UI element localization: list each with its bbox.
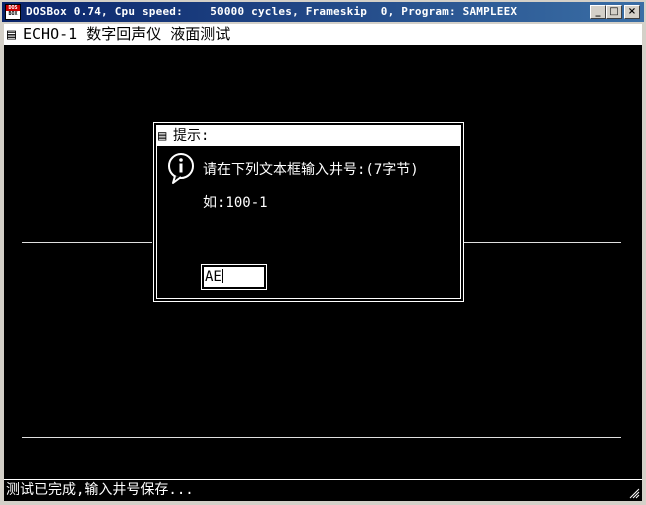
close-button[interactable]: × — [624, 5, 640, 19]
maximize-button[interactable]: □ — [606, 5, 622, 19]
dialog-title-icon: ▤ — [158, 128, 167, 144]
upper-level-line-right — [464, 242, 621, 243]
window-title: DOSBox 0.74, Cpu speed: 50000 cycles, Fr… — [26, 5, 518, 18]
app-icon-label-bottom: BOX — [8, 11, 18, 17]
maximize-icon: □ — [609, 6, 619, 17]
close-icon: × — [627, 6, 637, 17]
text-cursor — [221, 269, 223, 283]
app-menu-icon: ▤ — [7, 25, 17, 43]
resize-grip-icon[interactable] — [628, 487, 640, 499]
upper-level-line-left — [22, 242, 152, 243]
info-icon — [167, 152, 197, 190]
dos-screen[interactable]: ▤ ECHO-1 数字回声仪 液面测试 ▤ 提示: 请在下列文本框输入井号:(7… — [4, 24, 642, 501]
dialog-titlebar: ▤ 提示: — [157, 126, 460, 146]
dialog-example: 如:100-1 — [203, 195, 268, 211]
dialog-message: 请在下列文本框输入井号:(7字节) — [203, 162, 419, 178]
dosbox-window: DOS BOX DOSBox 0.74, Cpu speed: 50000 cy… — [0, 0, 646, 505]
window-titlebar[interactable]: DOS BOX DOSBox 0.74, Cpu speed: 50000 cy… — [2, 2, 644, 22]
dialog-title: 提示: — [173, 128, 210, 144]
minimize-icon: _ — [595, 6, 601, 17]
well-number-value: AE — [205, 269, 222, 285]
dialog-frame: ▤ 提示: 请在下列文本框输入井号:(7字节) 如:100-1 AE — [156, 125, 461, 299]
well-number-input[interactable]: AE — [201, 264, 267, 290]
status-text: 测试已完成,输入井号保存... — [6, 482, 194, 498]
app-title: ECHO-1 数字回声仪 液面测试 — [23, 25, 231, 43]
dosbox-app-icon[interactable]: DOS BOX — [5, 4, 21, 20]
status-bar: 测试已完成,输入井号保存... — [4, 479, 642, 501]
lower-level-line — [22, 437, 621, 438]
prompt-dialog: ▤ 提示: 请在下列文本框输入井号:(7字节) 如:100-1 AE — [153, 122, 464, 302]
minimize-button[interactable]: _ — [590, 5, 606, 19]
app-header: ▤ ECHO-1 数字回声仪 液面测试 — [4, 24, 642, 45]
